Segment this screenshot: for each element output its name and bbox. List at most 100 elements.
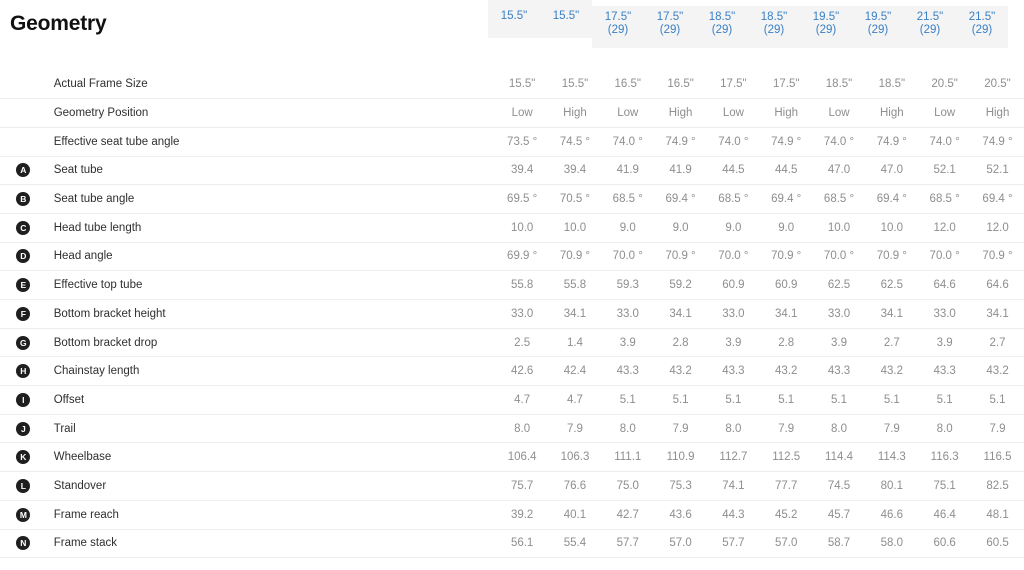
row-badge: M [16,507,31,522]
row-label: Effective seat tube angle [53,135,180,148]
size-tab-0[interactable]: 15.5" [488,0,540,38]
value-cell: 70.0 ° [601,242,655,272]
cell-value: 112.5 [772,451,801,464]
size-tab-5[interactable]: 18.5" (29) [748,6,800,48]
cell-value: 33.0 [616,307,639,320]
size-tab-size: 18.5" [708,11,736,23]
size-tab-9[interactable]: 21.5" (29) [956,6,1008,48]
cell-value: 80.1 [880,479,904,492]
value-cell: 69.9 ° [495,242,549,272]
cell-value: 43.3 [827,365,851,378]
value-cell: 7.9 [654,414,707,444]
cell-value: 44.5 [722,164,745,177]
size-tab-strip: 15.5" 15.5" 17.5" (29) 17.5" (29) 18.5" (29) 18.… [488,0,1024,50]
value-cell: 43.3 [812,356,866,387]
value-cell: 74.9 ° [971,127,1024,157]
value-cell: 5.1 [812,385,866,415]
value-cell: 70.0 ° [918,242,972,272]
cell-value: High [668,107,693,120]
value-cell: 74.5 ° [548,127,602,157]
value-cell: 3.9 [918,328,972,358]
cell-value: 74.9 ° [876,135,907,148]
table-row: G Bottom bracket drop 2.5 1.4 3.9 2.8 3.9 2.8 3.… [0,328,1024,358]
value-cell: 70.9 ° [865,242,919,272]
row-label-cell: Chainstay length [46,356,496,387]
cell-value: 44.5 [775,164,798,177]
cell-value: 33.0 [722,307,745,320]
geometry-page: Geometry 15.5" 15.5" 17.5" (29) 17.5" (29) 18.… [0,0,1024,570]
cell-value: 9.0 [725,221,742,234]
value-cell: 9.0 [654,213,707,243]
cell-value: 114.3 [877,451,906,464]
size-tab-2[interactable]: 17.5" (29) [592,6,644,48]
cell-value: 70.0 ° [612,250,643,263]
value-cell: 8.0 [706,414,760,444]
row-badge: K [16,450,31,465]
cell-value: 2.8 [778,336,795,349]
value-cell: 34.1 [865,299,919,329]
value-cell: 43.3 [706,356,760,387]
cell-value: 8.0 [619,422,636,435]
row-badge-cell: L [0,471,47,501]
cell-value: Low [828,107,850,120]
cell-value: 47.0 [827,164,851,177]
cell-value: 74.0 ° [823,135,855,148]
cell-value: 7.9 [883,422,900,435]
cell-value: 69.9 ° [507,250,538,263]
size-tab-6[interactable]: 19.5" (29) [800,6,852,48]
value-cell: 8.0 [601,414,655,444]
value-cell: 2.5 [495,328,549,358]
row-badge-cell: J [0,414,47,444]
table-row: C Head tube length 10.0 10.0 9.0 9.0 9.0 9.0 10.… [0,213,1024,243]
cell-value: 73.5 ° [507,135,538,148]
size-tab-8[interactable]: 21.5" (29) [904,6,956,48]
value-cell: 106.3 [548,442,602,473]
value-cell: 70.5 ° [548,184,602,214]
value-cell: 8.0 [495,414,549,444]
cell-value: 114.4 [825,451,853,464]
value-cell: 15.5" [495,70,549,100]
value-cell: 10.0 [548,213,602,243]
row-badge: N [16,536,31,551]
cell-value: 1.4 [566,336,583,349]
cell-value: 5.1 [672,393,689,406]
size-tab-4[interactable]: 18.5" (29) [696,6,748,48]
value-cell: 74.5 [812,471,866,501]
geometry-table: Actual Frame Size 15.5" 15.5" 16.5" 16.5" 17.… [0,70,1024,559]
value-cell: 75.3 [654,471,707,501]
value-cell: 8.0 [812,414,866,444]
cell-value: 17.5" [772,78,800,91]
value-cell: 8.0 [918,414,972,444]
cell-value: 43.2 [986,365,1009,378]
value-cell: 5.1 [971,385,1024,415]
value-cell: 76.6 [548,471,602,501]
value-cell: 74.0 ° [706,127,760,157]
value-cell: 56.1 [495,529,549,559]
size-tab-size: 17.5" [656,11,684,23]
value-cell: 7.9 [548,414,602,444]
row-label: Wheelbase [53,451,112,464]
cell-value: 43.3 [722,365,745,378]
cell-value: 33.0 [933,307,956,320]
value-cell: 39.4 [495,156,549,186]
cell-value: 58.7 [827,537,851,550]
row-badge-cell: E [0,270,47,300]
table-row: E Effective top tube 55.8 55.8 59.3 59.2 60.9 6… [0,270,1024,300]
cell-value: 42.6 [510,365,534,378]
size-tab-3[interactable]: 17.5" (29) [644,6,696,48]
size-tab-7[interactable]: 19.5" (29) [852,6,904,48]
cell-value: 106.4 [507,451,537,464]
value-cell: 34.1 [971,299,1024,329]
cell-value: 62.5 [827,279,851,292]
row-label-cell: Bottom bracket height [46,299,496,329]
value-cell: Low [706,98,760,128]
row-label: Head tube length [53,221,142,234]
size-tab-1[interactable]: 15.5" [540,0,592,38]
value-cell: 55.8 [495,270,549,300]
value-cell: 59.2 [654,270,707,300]
cell-value: 12.0 [986,221,1009,234]
value-cell: 64.6 [971,270,1024,300]
value-cell: High [865,98,919,128]
value-cell: 12.0 [918,213,972,243]
cell-value: 8.0 [936,422,953,435]
